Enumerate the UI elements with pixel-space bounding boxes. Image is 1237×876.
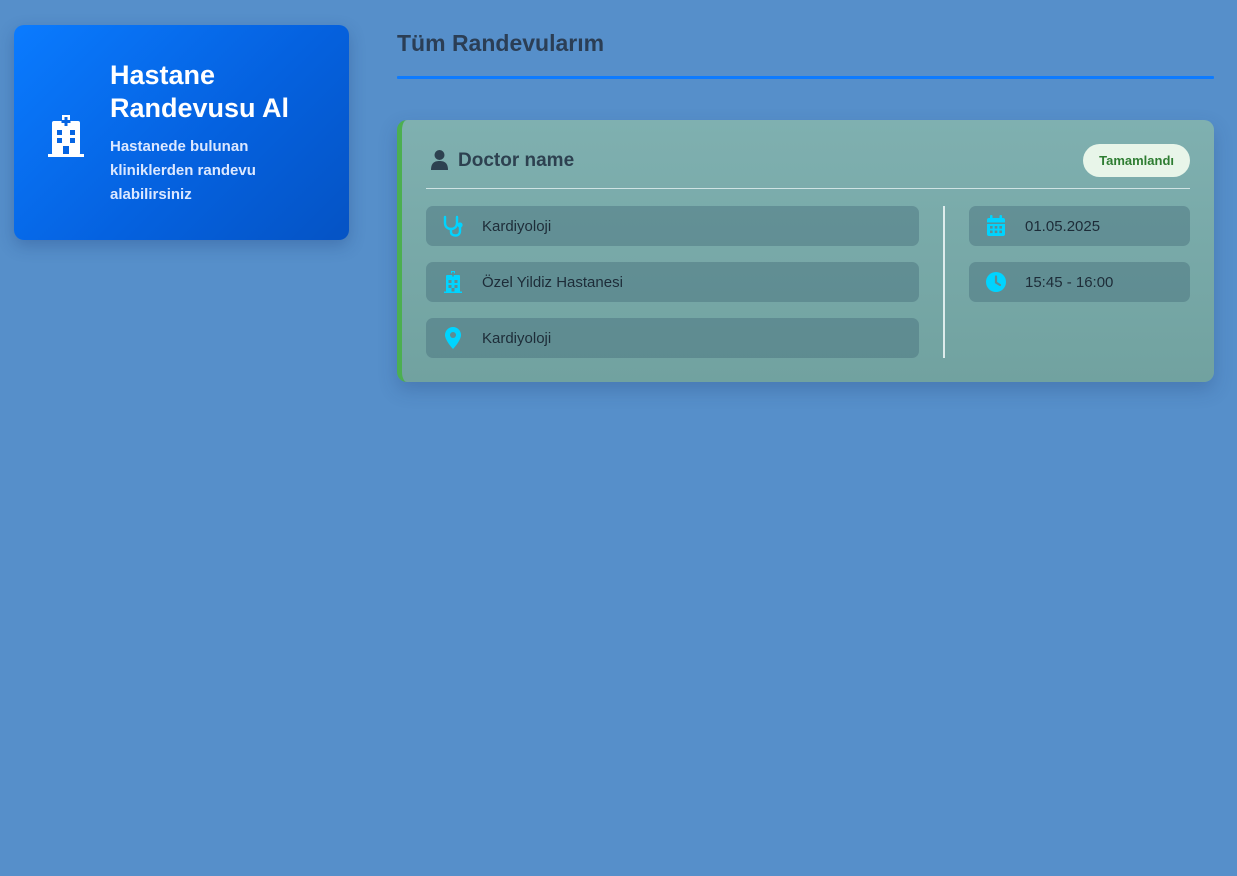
appointment-card[interactable]: Doctor name Tamamlandı Kardiyoloji Özel …: [397, 120, 1214, 382]
hospital-appointment-card[interactable]: Hastane Randevusu Al Hastanede bulunan k…: [14, 25, 349, 240]
clinic-row: Kardiyoloji: [426, 206, 919, 246]
appointment-details-left: Kardiyoloji Özel Yildiz Hastanesi Kardiy…: [426, 206, 919, 374]
date-row: 01.05.2025: [969, 206, 1190, 246]
status-badge: Tamamlandı: [1083, 144, 1190, 177]
hospital-icon: [48, 114, 84, 157]
column-divider: [943, 206, 945, 358]
location-name: Kardiyoloji: [482, 329, 552, 347]
user-icon: [431, 150, 448, 170]
card-description: Hastanede bulunan kliniklerden randevu a…: [110, 137, 256, 203]
hospital-row: Özel Yildiz Hastanesi: [426, 262, 919, 302]
card-title: Hastane Randevusu Al: [110, 59, 290, 123]
hospital-name: Özel Yildiz Hastanesi: [482, 273, 623, 291]
doctor-name: Doctor name: [458, 150, 575, 171]
location-row: Kardiyoloji: [426, 318, 919, 358]
title-underline: [397, 76, 1214, 79]
clock-icon: [985, 271, 1007, 293]
appointment-header: Doctor name Tamamlandı: [426, 144, 1190, 189]
appointment-date: 01.05.2025: [1025, 217, 1101, 235]
appointment-details-right: 01.05.2025 15:45 - 16:00: [969, 206, 1190, 318]
stethoscope-icon: [442, 215, 464, 237]
clinic-name: Kardiyoloji: [482, 217, 552, 235]
time-row: 15:45 - 16:00: [969, 262, 1190, 302]
map-pin-icon: [442, 327, 464, 349]
page-title: Tüm Randevularım: [397, 30, 605, 56]
appointment-time: 15:45 - 16:00: [1025, 273, 1114, 291]
calendar-icon: [985, 215, 1007, 237]
hospital-icon: [442, 271, 464, 293]
